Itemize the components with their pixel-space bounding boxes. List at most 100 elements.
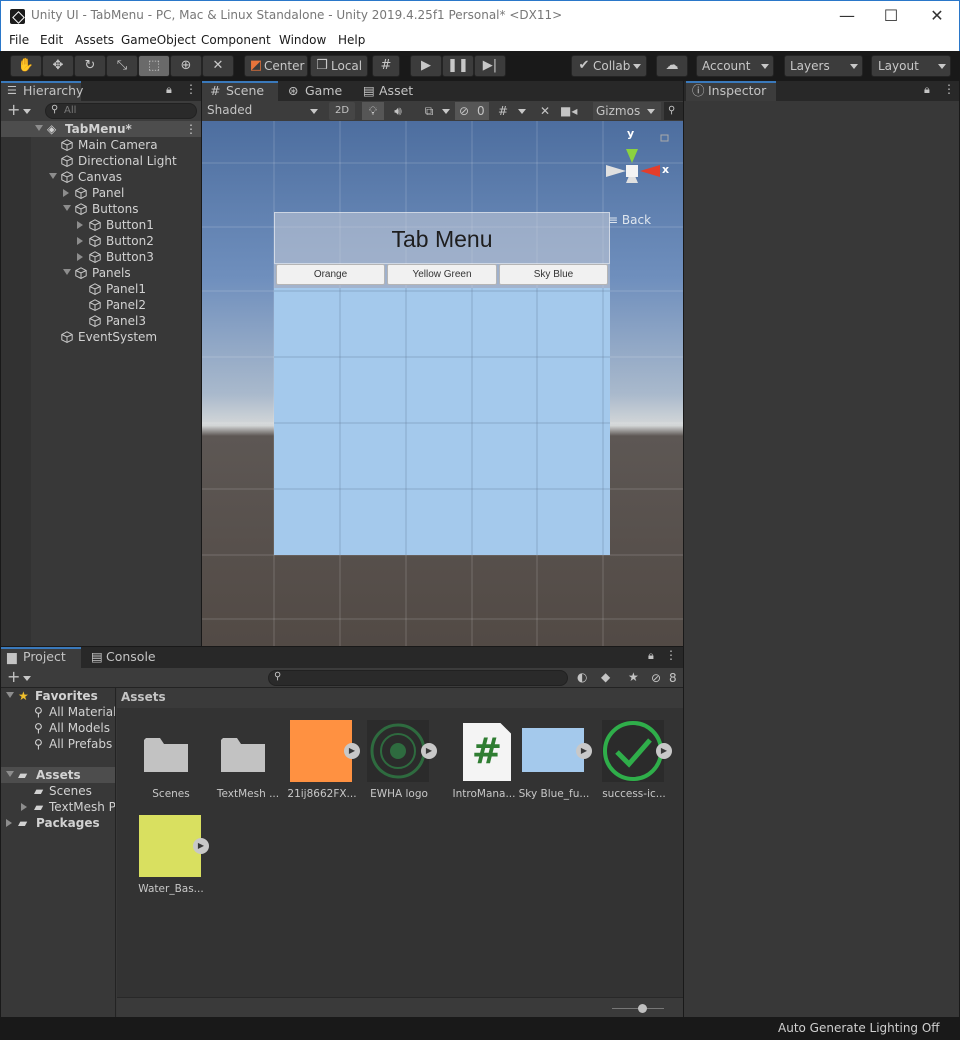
minimize-button[interactable]: — bbox=[824, 3, 870, 29]
play-button[interactable]: ▶ bbox=[410, 55, 442, 77]
search-by-label-icon[interactable]: ◆ bbox=[601, 670, 610, 684]
tab-project[interactable]: ▆ Project bbox=[1, 647, 81, 668]
asset-item[interactable]: TextMesh ... bbox=[216, 720, 280, 804]
gizmo-lock-icon[interactable] bbox=[660, 134, 669, 142]
hierarchy-item[interactable]: Panel3 bbox=[1, 313, 201, 329]
sky-blue-tab-button[interactable]: Sky Blue bbox=[499, 264, 608, 285]
expand-sprite-icon[interactable]: ▶ bbox=[576, 743, 592, 759]
hierarchy-item[interactable]: Panel2 bbox=[1, 297, 201, 313]
rotate-tool-button[interactable]: ↻ bbox=[74, 55, 106, 77]
search-by-type-icon[interactable]: ◐ bbox=[577, 670, 587, 684]
collab-dropdown[interactable]: ✔ Collab bbox=[571, 55, 647, 77]
menu-edit[interactable]: Edit bbox=[40, 33, 63, 47]
hierarchy-item[interactable]: Directional Light bbox=[1, 153, 201, 169]
chevron-down-icon[interactable] bbox=[23, 676, 31, 681]
effects-dropdown[interactable]: ⧉ bbox=[412, 102, 446, 120]
breadcrumb[interactable]: Assets bbox=[121, 690, 166, 704]
expand-sprite-icon[interactable]: ▶ bbox=[344, 743, 360, 759]
hierarchy-search-input[interactable]: ⚲ All bbox=[45, 103, 197, 119]
lighting-status[interactable]: Auto Generate Lighting Off bbox=[778, 1021, 940, 1035]
chevron-down-icon[interactable] bbox=[23, 109, 31, 114]
hidden-objects-toggle[interactable]: ⊘ 0 bbox=[455, 102, 489, 120]
grid-toggle-button[interactable]: # bbox=[493, 102, 513, 120]
shading-dropdown[interactable]: Shaded bbox=[202, 101, 324, 121]
expand-arrow-icon[interactable] bbox=[49, 173, 57, 179]
yellow-green-tab-button[interactable]: Yellow Green bbox=[387, 264, 497, 285]
hierarchy-item[interactable]: Panel bbox=[1, 185, 201, 201]
expand-arrow-icon[interactable] bbox=[63, 269, 71, 275]
hierarchy-item[interactable]: Panels bbox=[1, 265, 201, 281]
move-tool-button[interactable]: ✥ bbox=[42, 55, 74, 77]
hierarchy-item[interactable]: Main Camera bbox=[1, 137, 201, 153]
gizmo-axis-x[interactable] bbox=[640, 165, 660, 177]
tab-asset-store[interactable]: ▤ Asset Store bbox=[359, 81, 449, 117]
kebab-menu-icon[interactable]: ⋮ bbox=[185, 121, 197, 137]
hierarchy-item[interactable]: Canvas bbox=[1, 169, 201, 185]
scenes-folder-row[interactable]: ▰ Scenes bbox=[1, 783, 115, 799]
tab-scene[interactable]: # Scene bbox=[202, 81, 278, 101]
expand-sprite-icon[interactable]: ▶ bbox=[421, 743, 437, 759]
cloud-button[interactable]: ☁ bbox=[656, 55, 688, 77]
layout-dropdown[interactable]: Layout bbox=[871, 55, 951, 77]
scale-tool-button[interactable]: ⤡ bbox=[106, 55, 138, 77]
project-search-input[interactable]: ⚲ bbox=[268, 670, 568, 686]
expand-arrow-icon[interactable] bbox=[63, 189, 69, 197]
tools-toggle-button[interactable]: ✕ bbox=[535, 102, 555, 120]
asset-item[interactable]: ▶ 21ij8662FX... bbox=[287, 720, 360, 804]
expand-arrow-icon[interactable] bbox=[6, 771, 14, 777]
rect-tool-button[interactable]: ⬚ bbox=[138, 55, 170, 77]
asset-item[interactable]: ▶ success-ic... bbox=[602, 720, 672, 804]
expand-sprite-icon[interactable]: ▶ bbox=[656, 743, 672, 759]
favorite-all-prefabs[interactable]: ⚲ All Prefabs bbox=[1, 736, 115, 752]
camera-dropdown[interactable]: ■◂ bbox=[560, 102, 590, 120]
lock-icon[interactable]: 🔒︎ bbox=[166, 83, 172, 97]
asset-item[interactable]: ▶ Sky Blue_fu... bbox=[519, 720, 592, 804]
menu-window[interactable]: Window bbox=[279, 33, 326, 47]
textmesh-folder-row[interactable]: ▰ TextMesh P bbox=[1, 799, 115, 815]
kebab-menu-icon[interactable]: ⋮ bbox=[943, 82, 955, 96]
layers-dropdown[interactable]: Layers bbox=[784, 55, 863, 77]
tab-console[interactable]: ▤ Console bbox=[85, 647, 165, 668]
chevron-down-icon[interactable] bbox=[518, 109, 526, 114]
create-plus-icon[interactable]: + bbox=[7, 101, 20, 119]
step-button[interactable]: ▶| bbox=[474, 55, 506, 77]
hierarchy-item[interactable]: Button3 bbox=[1, 249, 201, 265]
hand-tool-button[interactable]: ✋ bbox=[10, 55, 42, 77]
tab-game[interactable]: ⊛ Game bbox=[282, 81, 352, 101]
create-plus-icon[interactable]: + bbox=[7, 668, 20, 686]
scene-viewport[interactable]: Tab Menu Orange Yellow Green Sky Blue y … bbox=[202, 121, 683, 646]
hierarchy-item[interactable]: Button2 bbox=[1, 233, 201, 249]
expand-sprite-icon[interactable]: ▶ bbox=[193, 838, 209, 854]
icon-size-slider-handle[interactable] bbox=[638, 1004, 647, 1013]
menu-component[interactable]: Component bbox=[201, 33, 271, 47]
menu-assets[interactable]: Assets bbox=[75, 33, 114, 47]
favorites-star-icon[interactable]: ★ bbox=[628, 670, 639, 684]
hierarchy-item[interactable]: Button1 bbox=[1, 217, 201, 233]
menu-help[interactable]: Help bbox=[338, 33, 365, 47]
asset-item[interactable]: ▶ Water_Bas... bbox=[138, 815, 209, 899]
expand-arrow-icon[interactable] bbox=[77, 237, 83, 245]
hierarchy-item[interactable]: Panel1 bbox=[1, 281, 201, 297]
lock-icon[interactable]: 🔒︎ bbox=[924, 83, 930, 97]
tab-hierarchy[interactable]: ☰ Hierarchy bbox=[1, 81, 83, 101]
lighting-toggle-button[interactable]: 💡︎ bbox=[362, 102, 384, 120]
custom-tool-button[interactable]: ✕ bbox=[202, 55, 234, 77]
favorite-all-materials[interactable]: ⚲ All Materials bbox=[1, 704, 115, 720]
expand-arrow-icon[interactable] bbox=[35, 125, 43, 131]
scene-row[interactable]: ◈ TabMenu* ⋮ bbox=[1, 121, 201, 137]
expand-arrow-icon[interactable] bbox=[21, 803, 27, 811]
assets-folder-row[interactable]: ▰ Assets bbox=[1, 767, 115, 783]
projection-toggle[interactable]: ≡ Back bbox=[608, 213, 651, 227]
maximize-button[interactable]: ☐ bbox=[868, 3, 914, 29]
close-button[interactable]: ✕ bbox=[914, 3, 960, 29]
account-dropdown[interactable]: Account bbox=[696, 55, 774, 77]
menu-file[interactable]: File bbox=[9, 33, 29, 47]
expand-arrow-icon[interactable] bbox=[63, 205, 71, 211]
pivot-center-button[interactable]: ◩ Center bbox=[244, 55, 308, 77]
transform-tool-button[interactable]: ⊕ bbox=[170, 55, 202, 77]
local-space-button[interactable]: ❒ Local bbox=[310, 55, 368, 77]
gizmos-dropdown[interactable]: Gizmos bbox=[593, 102, 661, 120]
2d-toggle-button[interactable]: 2D bbox=[329, 102, 355, 120]
kebab-menu-icon[interactable]: ⋮ bbox=[185, 82, 197, 96]
hidden-packages-toggle[interactable]: ⊘ 8 bbox=[651, 670, 679, 686]
